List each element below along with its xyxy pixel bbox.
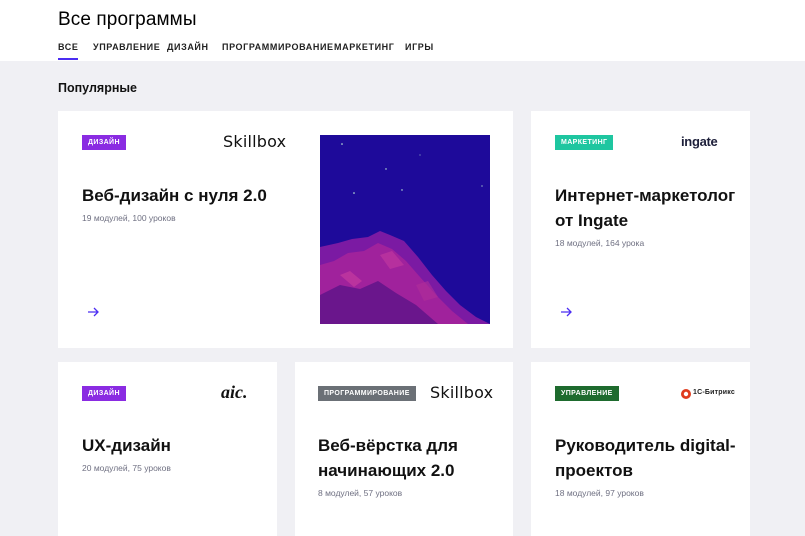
- bitrix-logo: 1С-Битрикс: [693, 389, 735, 396]
- course-meta: 18 модулей, 164 урока: [555, 238, 645, 248]
- course-meta: 8 модулей, 57 уроков: [318, 488, 403, 498]
- category-badge: МАРКЕТИНГ: [555, 135, 614, 150]
- bitrix-logo-mark-icon: [680, 387, 692, 399]
- course-title-line-2: начинающих 2.0: [318, 461, 455, 480]
- course-card-ux-design[interactable]: ДИЗАЙН aic. UX-дизайн 20 модулей, 75 уро…: [58, 362, 277, 536]
- category-badge: ПРОГРАММИРОВАНИЕ: [318, 386, 416, 401]
- course-title: Веб-дизайн с нуля 2.0: [82, 186, 267, 205]
- course-title-line-1: Руководитель digital-: [555, 436, 736, 455]
- mountain-night-illustration: [320, 135, 490, 324]
- course-card-digital-pm[interactable]: УПРАВЛЕНИЕ 1С-Битрикс Руководитель digit…: [531, 362, 750, 536]
- course-title-line-2: от Ingate: [555, 211, 629, 230]
- course-card-web-design[interactable]: ДИЗАЙН Skillbox Веб-дизайн с нуля 2.0 19…: [58, 111, 513, 348]
- course-title-line-2: проектов: [555, 461, 633, 480]
- course-card-internet-marketing[interactable]: МАРКЕТИНГ ingate Интернет-маркетолог от …: [531, 111, 750, 348]
- skillbox-logo: Skillbox: [223, 132, 287, 151]
- tab-programming[interactable]: ПРОГРАММИРОВАНИЕ: [222, 42, 334, 53]
- tab-design[interactable]: ДИЗАЙН: [167, 42, 209, 53]
- page-header: Все программы ВСЕ УПРАВЛЕНИЕ ДИЗАЙН ПРОГ…: [0, 0, 805, 61]
- aic-logo: aic.: [221, 382, 248, 402]
- category-badge: ДИЗАЙН: [82, 135, 126, 150]
- course-title: UX-дизайн: [82, 436, 171, 455]
- tab-management[interactable]: УПРАВЛЕНИЕ: [93, 42, 160, 53]
- arrow-right-icon[interactable]: [561, 307, 573, 317]
- course-meta: 20 модулей, 75 уроков: [82, 463, 171, 473]
- course-title-line-1: Веб-вёрстка для: [318, 436, 458, 455]
- course-meta: 18 модулей, 97 уроков: [555, 488, 644, 498]
- tab-marketing[interactable]: МАРКЕТИНГ: [334, 42, 394, 53]
- section-title-popular: Популярные: [58, 81, 138, 95]
- category-badge: УПРАВЛЕНИЕ: [555, 386, 619, 401]
- course-meta: 19 модулей, 100 уроков: [82, 213, 176, 223]
- tab-games[interactable]: ИГРЫ: [405, 42, 434, 53]
- course-title-line-1: Интернет-маркетолог: [555, 186, 736, 205]
- category-badge: ДИЗАЙН: [82, 386, 126, 401]
- skillbox-logo: Skillbox: [430, 383, 494, 402]
- tab-all[interactable]: ВСЕ: [58, 42, 79, 60]
- arrow-right-icon[interactable]: [88, 307, 100, 317]
- page-title: Все программы: [58, 9, 197, 30]
- ingate-logo: ingate: [681, 134, 718, 149]
- course-card-web-layout[interactable]: ПРОГРАММИРОВАНИЕ Skillbox Веб-вёрстка дл…: [295, 362, 513, 536]
